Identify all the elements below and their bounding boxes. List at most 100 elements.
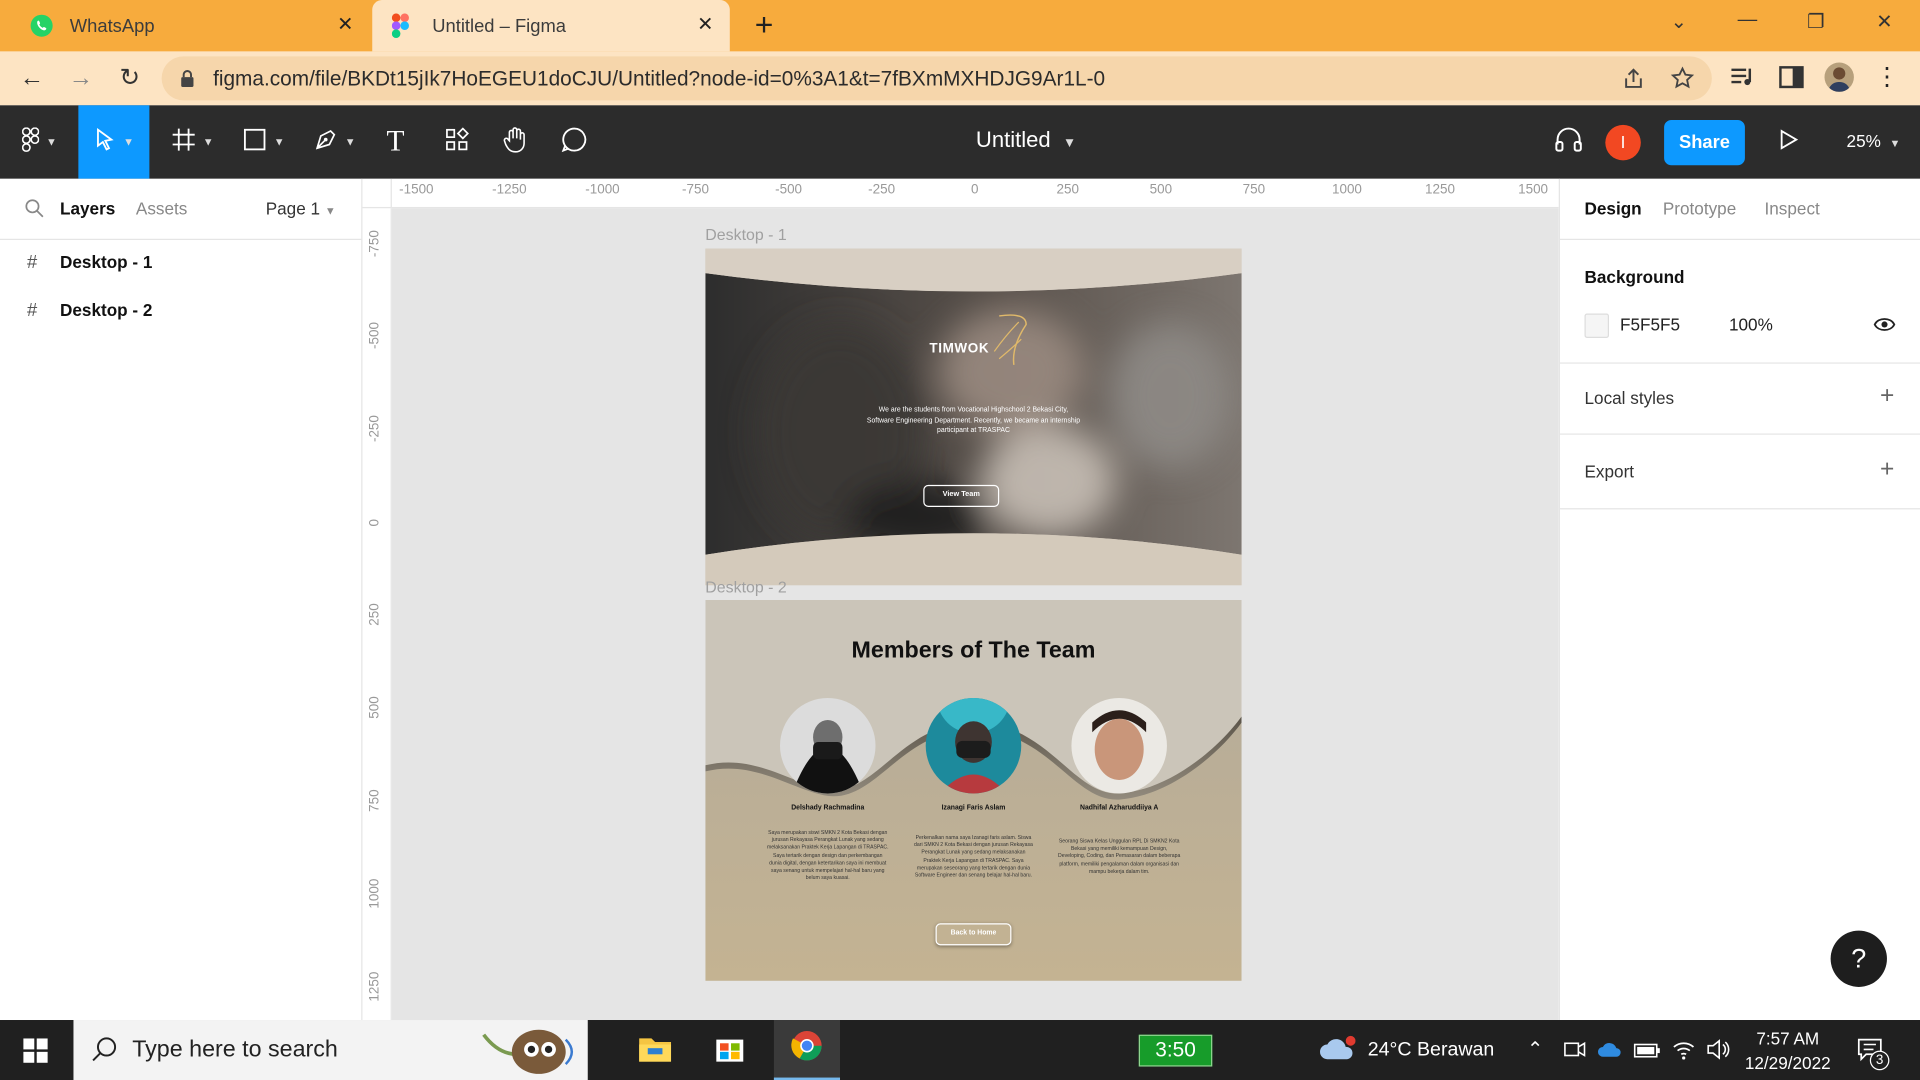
chevron-up-icon[interactable]: ⌃ [1527, 1037, 1543, 1061]
background-section: Background [1560, 240, 1920, 364]
clock-date: 12/29/2022 [1744, 1053, 1831, 1073]
frame-desktop-2[interactable]: Members of The Team Delshady Rachmadina … [705, 600, 1242, 981]
member-desc: Perkenalkan nama saya Izanagi faris asla… [914, 833, 1033, 878]
search-icon[interactable] [24, 198, 44, 224]
zoom-menu[interactable]: 25% ▼ [1847, 131, 1901, 151]
onedrive-icon[interactable] [1597, 1040, 1624, 1066]
tab-figma[interactable]: Untitled – Figma ✕ [372, 0, 730, 52]
background-hex[interactable]: F5F5F5 [1620, 315, 1680, 335]
battery-timer[interactable]: 3:50 [1138, 1034, 1213, 1067]
side-panel-icon[interactable] [1778, 64, 1805, 91]
layer-desktop-2[interactable]: # Desktop - 2 [0, 288, 362, 332]
rectangle-icon [242, 127, 266, 158]
ruler-label: 1250 [367, 971, 383, 1002]
weather-text[interactable]: 24°C Berawan [1368, 1040, 1495, 1062]
bookmark-star-icon[interactable] [1670, 66, 1695, 90]
design-panel-header: Design Prototype Inspect [1560, 179, 1920, 241]
restore-icon[interactable]: ❐ [1800, 10, 1832, 39]
text-tool-button[interactable]: T [375, 105, 417, 178]
hand-tool-button[interactable] [495, 105, 537, 178]
tab-title: WhatsApp [69, 15, 155, 37]
ruler-label: -1250 [492, 182, 527, 198]
headphones-icon [1554, 126, 1583, 159]
back-to-home-button[interactable]: Back to Home [935, 923, 1012, 946]
user-avatar[interactable]: I [1605, 124, 1641, 161]
chrome-button[interactable] [773, 1020, 841, 1080]
team-heading: Members of The Team [851, 637, 1096, 664]
volume-icon[interactable] [1706, 1038, 1730, 1066]
file-explorer-button[interactable] [631, 1027, 680, 1074]
frame-desktop-1[interactable]: TIMWOK We are the students from Vocation… [705, 248, 1242, 586]
hand-icon [502, 126, 529, 159]
media-control-icon[interactable] [1729, 64, 1756, 91]
ruler-top: -1500 -1250 -1000 -750 -500 -250 0 250 5… [391, 178, 1559, 209]
layer-desktop-1[interactable]: # Desktop - 1 [0, 240, 362, 284]
new-tab-button[interactable]: + [749, 9, 778, 41]
comment-tool-button[interactable] [553, 105, 595, 178]
chrome-icon [790, 1029, 824, 1069]
tab-prototype[interactable]: Prototype [1663, 198, 1736, 218]
wifi-icon[interactable] [1671, 1038, 1695, 1066]
audio-button[interactable] [1548, 105, 1590, 178]
figma-logo-icon [21, 126, 39, 158]
export-title: Export [1584, 461, 1635, 482]
local-styles-section: Local styles + [1560, 364, 1920, 435]
close-icon[interactable]: ✕ [333, 13, 357, 37]
frame-label[interactable]: Desktop - 1 [705, 225, 786, 243]
layers-panel-header: Layers Assets Page 1 ▼ [0, 179, 363, 241]
back-arrow-icon[interactable]: ← [17, 64, 46, 93]
battery-icon[interactable] [1633, 1042, 1660, 1064]
view-team-button[interactable]: View Team [923, 484, 1000, 507]
move-tool-button[interactable]: ▼ [78, 105, 150, 179]
taskbar-search-box[interactable]: Type here to search [73, 1020, 588, 1080]
play-icon [1779, 128, 1799, 156]
share-button[interactable]: Share [1664, 120, 1745, 166]
pen-icon [313, 127, 337, 158]
tab-whatsapp[interactable]: WhatsApp ✕ [15, 0, 370, 51]
share-page-icon[interactable] [1621, 66, 1645, 90]
background-title: Background [1584, 266, 1685, 287]
url-bar[interactable]: figma.com/file/BKDt15jIk7HoEGEU1doCJU/Un… [161, 56, 1712, 101]
minimize-icon[interactable]: — [1731, 10, 1763, 39]
close-icon[interactable]: ✕ [693, 13, 717, 37]
meet-now-icon[interactable] [1564, 1040, 1586, 1066]
figma-toolbar: ▼ ▼ ▼ ▼ ▼ T Untitled ▼ I Share 25% ▼ [0, 105, 1920, 179]
taskbar: Type here to search 3:50 24°C Berawan ⌃ [0, 1020, 1920, 1080]
system-clock[interactable]: 7:57 AM 12/29/2022 [1739, 1026, 1837, 1075]
tab-assets[interactable]: Assets [136, 198, 187, 218]
add-icon[interactable]: + [1880, 382, 1894, 410]
help-button[interactable]: ? [1830, 930, 1887, 987]
reload-icon[interactable]: ↻ [115, 64, 144, 93]
resources-button[interactable] [436, 105, 478, 178]
windows-start-icon[interactable] [23, 1038, 48, 1069]
main-menu-button[interactable]: ▼ [7, 105, 71, 178]
forward-arrow-icon[interactable]: → [66, 64, 95, 93]
background-opacity[interactable]: 100% [1729, 315, 1773, 335]
window-close-icon[interactable]: ✕ [1869, 10, 1901, 39]
page-selector[interactable]: Page 1 ▼ [266, 198, 336, 218]
tab-search-chevron-icon[interactable]: ⌄ [1663, 10, 1695, 39]
member-desc: Seorang Siswa Kelas Unggulan RPL Di SMKN… [1058, 837, 1181, 875]
text-icon: T [386, 125, 405, 158]
eye-icon[interactable] [1873, 316, 1896, 339]
tab-layers[interactable]: Layers [60, 198, 115, 218]
microsoft-store-button[interactable] [705, 1027, 754, 1074]
profile-avatar[interactable] [1824, 62, 1854, 92]
file-title-menu[interactable]: Untitled ▼ [976, 127, 1076, 153]
pen-tool-button[interactable]: ▼ [304, 105, 365, 178]
ruler-label: -1000 [585, 182, 620, 198]
present-button[interactable] [1771, 105, 1808, 178]
frame-label[interactable]: Desktop - 2 [705, 578, 786, 596]
add-icon[interactable]: + [1880, 456, 1894, 484]
browser-menu-icon[interactable]: ⋮ [1873, 64, 1900, 91]
tab-design[interactable]: Design [1585, 198, 1642, 218]
member-name: Nadhifal Azharuddiiya A [1080, 804, 1159, 812]
canvas[interactable]: -1500 -1250 -1000 -750 -500 -250 0 250 5… [362, 178, 1559, 1021]
zoom-level: 25% [1846, 131, 1881, 151]
background-swatch[interactable] [1584, 313, 1609, 338]
ruler-label: 1500 [1518, 182, 1549, 198]
shape-tool-button[interactable]: ▼ [233, 105, 294, 178]
frame-tool-button[interactable]: ▼ [162, 105, 223, 178]
member-name: Delshady Rachmadina [791, 804, 865, 812]
tab-inspect[interactable]: Inspect [1765, 198, 1820, 218]
